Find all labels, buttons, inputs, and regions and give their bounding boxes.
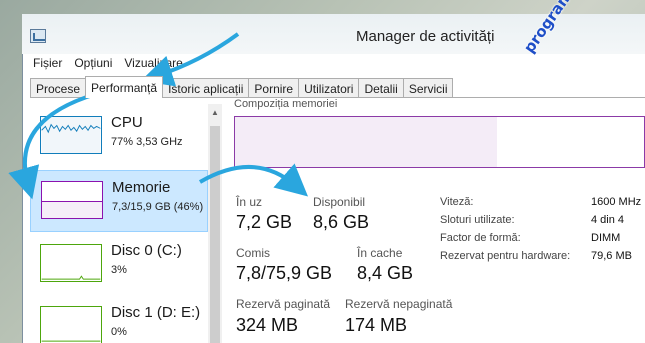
performance-sidebar: CPU 77% 3,53 GHz Memorie 7,3/15,9 GB (46… xyxy=(30,104,208,343)
sidebar-item-value: 3% xyxy=(111,264,127,276)
memory-mini-graph xyxy=(41,181,103,219)
in-use-label: În uz xyxy=(236,195,263,209)
hardware-reserved-label: Rezervat pentru hardware: xyxy=(440,250,571,262)
in-use-value: 7,2 GB xyxy=(236,212,293,232)
speed-label: Viteză: xyxy=(440,196,474,208)
tab-strip: Procese Performanță Istoric aplicații Po… xyxy=(30,76,454,98)
sidebar-scrollbar[interactable]: ▲ xyxy=(208,104,222,343)
form-factor-value: DIMM xyxy=(591,232,621,244)
tab-processes[interactable]: Procese xyxy=(30,78,87,98)
sidebar-item-disk-1[interactable]: Disc 1 (D: E:) 0% xyxy=(30,296,208,343)
tab-performance[interactable]: Performanță xyxy=(85,76,164,98)
sidebar-item-value: 7,3/15,9 GB (46%) xyxy=(112,201,204,213)
paged-pool-value: 324 MB xyxy=(236,315,299,335)
cached-value: 8,4 GB xyxy=(357,263,414,283)
cpu-mini-graph xyxy=(40,116,102,154)
sidebar-item-value: 77% 3,53 GHz xyxy=(111,136,183,148)
menu-options[interactable]: Opțiuni xyxy=(74,56,112,70)
sidebar-item-label: Memorie xyxy=(112,179,171,196)
hardware-reserved-value: 79,6 MB xyxy=(591,250,632,262)
paged-pool-label: Rezervă paginată xyxy=(236,297,331,311)
menu-file[interactable]: Fișier xyxy=(33,56,62,70)
tab-details[interactable]: Detalii xyxy=(358,78,404,98)
window-title: Manager de activități xyxy=(356,28,495,45)
sidebar-item-label: Disc 1 (D: E:) xyxy=(111,304,201,321)
committed-value: 7,8/75,9 GB xyxy=(236,263,333,283)
available-value: 8,6 GB xyxy=(313,212,370,232)
tab-app-history[interactable]: Istoric aplicații xyxy=(162,78,250,98)
available-label: Disponibil xyxy=(313,195,366,209)
sidebar-item-value: 0% xyxy=(111,326,127,338)
memory-composition-bar xyxy=(234,116,645,168)
memory-composition-label: Compoziția memoriei xyxy=(234,98,338,110)
memory-used-segment xyxy=(235,117,497,167)
slots-used-label: Sloturi utilizate: xyxy=(440,214,515,226)
committed-label: Comis xyxy=(236,246,271,260)
sidebar-item-label: Disc 0 (C:) xyxy=(111,242,182,259)
sidebar-item-disk-0[interactable]: Disc 0 (C:) 3% xyxy=(30,234,208,296)
form-factor-label: Factor de formă: xyxy=(440,232,521,244)
scroll-thumb[interactable] xyxy=(210,126,220,343)
menu-view[interactable]: Vizualizare xyxy=(124,56,182,70)
nonpaged-pool-label: Rezervă nepaginată xyxy=(345,297,453,311)
disk1-mini-graph xyxy=(40,306,102,343)
cached-label: În cache xyxy=(357,246,403,260)
nonpaged-pool-value: 174 MB xyxy=(345,315,408,335)
disk0-mini-graph xyxy=(40,244,102,282)
task-manager-icon xyxy=(30,29,46,43)
tab-services[interactable]: Servicii xyxy=(402,78,454,98)
sidebar-item-label: CPU xyxy=(111,114,143,131)
slots-used-value: 4 din 4 xyxy=(591,214,625,226)
scroll-up-arrow-icon[interactable]: ▲ xyxy=(211,108,219,117)
tab-startup[interactable]: Pornire xyxy=(248,78,300,98)
tab-users[interactable]: Utilizatori xyxy=(298,78,360,98)
speed-value: 1600 MHz xyxy=(591,196,642,208)
sidebar-item-memory[interactable]: Memorie 7,3/15,9 GB (46%) xyxy=(30,170,208,232)
sidebar-item-cpu[interactable]: CPU 77% 3,53 GHz xyxy=(30,106,208,168)
menu-bar: Fișier Opțiuni Vizualizare xyxy=(33,56,183,70)
